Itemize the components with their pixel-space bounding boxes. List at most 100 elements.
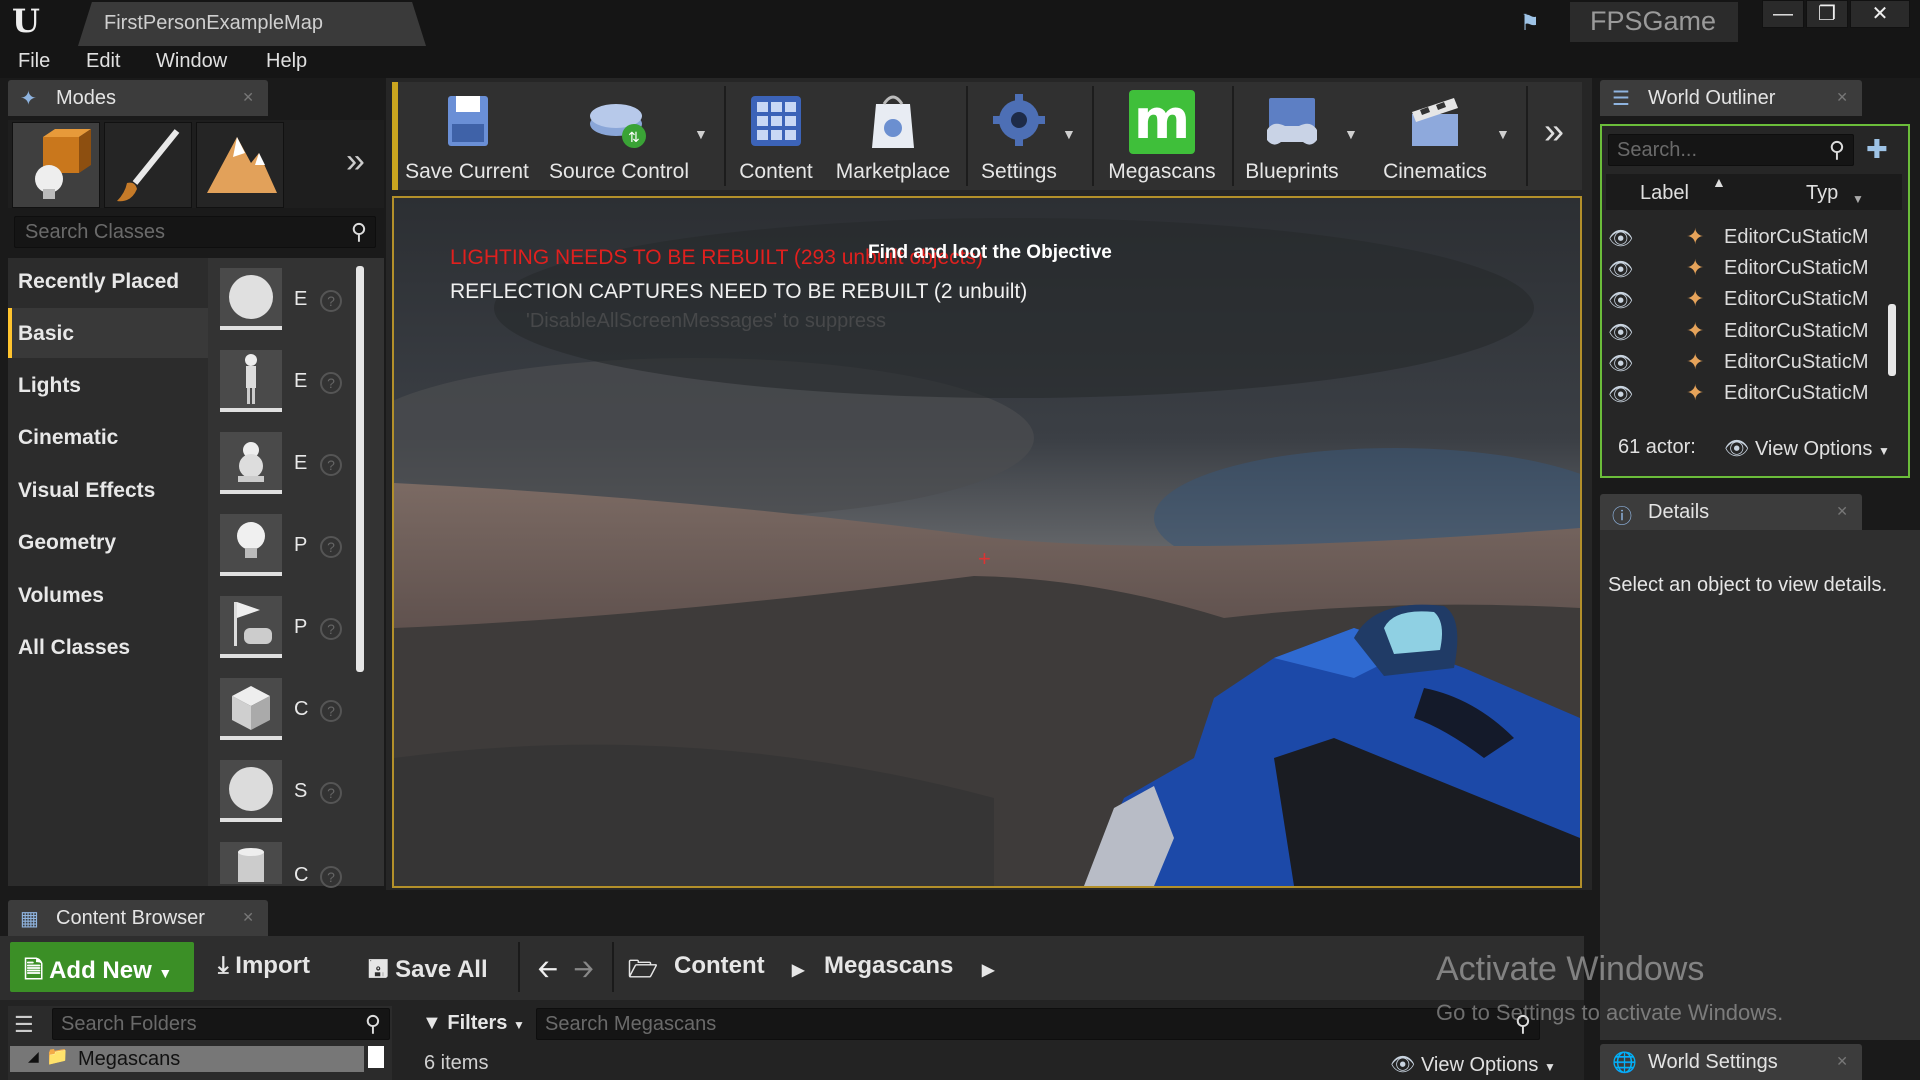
outliner-scrollbar[interactable] [1888,304,1896,376]
category-geometry[interactable]: Geometry [8,517,208,567]
close-tab-icon[interactable]: ✕ [242,89,254,106]
cinematics-button[interactable]: Cinematics [1376,86,1494,186]
visibility-eye-icon[interactable]: 👁 [1608,320,1633,345]
tab-content-browser[interactable]: ▦ Content Browser ✕ [8,900,268,936]
content-button[interactable]: Content [730,86,822,186]
forward-arrow-icon[interactable]: 🡢 [574,952,593,993]
close-tab-icon[interactable]: ✕ [1836,503,1848,520]
outliner-row[interactable]: 👁 ✦ EditorCuStaticM [1606,316,1902,347]
folder-tree-item[interactable]: ◢ 📁 Megascans [10,1046,364,1072]
outliner-row[interactable]: 👁 ✦ EditorCuStaticM [1606,222,1902,253]
help-icon[interactable]: ? [320,372,342,394]
category-cinematic[interactable]: Cinematic [8,412,208,462]
outliner-row[interactable]: 👁 ✦ EditorCuStaticM [1606,253,1902,284]
level-viewport[interactable]: LIGHTING NEEDS TO BE REBUILT (293 unbuil… [392,196,1582,888]
breadcrumb-separator-icon[interactable]: ▶ [982,960,994,980]
visibility-eye-icon[interactable]: 👁 [1608,382,1633,407]
category-basic[interactable]: Basic [8,308,208,358]
menu-file[interactable]: File [18,50,50,74]
category-visual-effects[interactable]: Visual Effects [8,465,208,515]
search-classes-input[interactable]: Search Classes ⚲ [14,216,376,248]
close-tab-icon[interactable]: ✕ [242,909,254,926]
back-arrow-icon[interactable]: 🡠 [538,952,557,993]
minimize-button[interactable]: — [1762,0,1804,28]
visibility-eye-icon[interactable]: 👁 [1608,257,1633,282]
visibility-eye-icon[interactable]: 👁 [1608,288,1633,313]
help-icon[interactable]: ? [320,700,342,722]
source-control-dropdown-icon[interactable]: ▼ [694,126,708,142]
maximize-button[interactable]: ❐ [1806,0,1848,28]
more-toolbar-icon[interactable]: » [1544,110,1564,152]
outliner-row[interactable]: 👁 ✦ EditorCuStaticM [1606,378,1902,409]
menu-help[interactable]: Help [266,50,307,74]
breadcrumb-content[interactable]: Content [674,952,765,980]
help-icon[interactable]: ? [320,782,342,804]
class-item-thumbnail[interactable] [220,350,282,412]
category-recently-placed[interactable]: Recently Placed [8,256,208,306]
menu-edit[interactable]: Edit [86,50,120,74]
class-item-thumbnail[interactable] [220,432,282,494]
menu-window[interactable]: Window [156,50,227,74]
class-item-thumbnail[interactable] [220,268,282,330]
help-icon[interactable]: ? [320,536,342,558]
place-mode-button[interactable] [12,122,100,208]
landscape-mode-button[interactable] [196,122,284,208]
more-modes-icon[interactable]: » [346,142,365,181]
close-button[interactable]: ✕ [1850,0,1910,28]
outliner-row[interactable]: 👁 ✦ EditorCuStaticM [1606,347,1902,378]
help-icon[interactable]: ? [320,290,342,312]
class-item-thumbnail[interactable] [220,678,282,740]
search-folders-input[interactable]: Search Folders ⚲ [52,1008,390,1040]
blueprints-button[interactable]: Blueprints [1236,86,1348,186]
breadcrumb-separator-icon[interactable]: ▶ [792,960,804,980]
column-type-header[interactable]: Typ [1806,182,1838,205]
tab-world-settings[interactable]: 🌐 World Settings ✕ [1600,1044,1862,1080]
help-icon[interactable]: ? [320,618,342,640]
visibility-eye-icon[interactable]: 👁 [1608,351,1633,376]
tab-details[interactable]: ⓘ Details ✕ [1600,494,1862,530]
source-control-status-icon[interactable]: ⚑ [1520,10,1550,35]
tab-modes[interactable]: ✦ Modes ✕ [8,80,268,116]
search-assets-input[interactable]: Search Megascans ⚲ [536,1008,1540,1040]
content-view-options-button[interactable]: 👁 View Options ▼ [1390,1052,1556,1077]
blueprints-dropdown-icon[interactable]: ▼ [1344,126,1358,142]
add-new-button[interactable]: 🗎 Add New ▼ [10,942,194,992]
category-all-classes[interactable]: All Classes [8,622,208,672]
megascans-button[interactable]: m Megascans [1100,86,1224,186]
help-icon[interactable]: ? [320,866,342,888]
class-item-thumbnail[interactable] [220,842,282,884]
folder-tree-scrollbar[interactable] [368,1046,384,1068]
source-control-button[interactable]: ⇅ Source Control [546,86,692,186]
help-icon[interactable]: ? [320,454,342,476]
cinematics-dropdown-icon[interactable]: ▼ [1496,126,1510,142]
paint-mode-button[interactable] [104,122,192,208]
column-label-header[interactable]: Label [1640,182,1689,205]
category-volumes[interactable]: Volumes [8,570,208,620]
level-tab[interactable]: FirstPersonExampleMap [78,2,426,46]
close-tab-icon[interactable]: ✕ [1836,89,1848,106]
settings-dropdown-icon[interactable]: ▼ [1062,126,1076,142]
save-all-button[interactable]: 🖪 Save All [368,952,488,993]
class-item-thumbnail[interactable] [220,760,282,822]
add-actor-icon[interactable]: ✚ [1866,134,1896,164]
outliner-view-options-button[interactable]: 👁 View Options ▼ [1724,436,1890,461]
import-button[interactable]: ⤓ Import [218,952,310,980]
category-lights[interactable]: Lights [8,360,208,410]
outliner-row[interactable]: 👁 ✦ EditorCuStaticM [1606,284,1902,315]
close-tab-icon[interactable]: ✕ [1836,1053,1848,1070]
column-dropdown-icon[interactable]: ▼ [1852,192,1864,206]
tree-expand-icon[interactable]: ◢ [28,1048,39,1065]
class-list-scrollbar[interactable] [356,266,364,672]
settings-button[interactable]: Settings [970,86,1068,186]
visibility-eye-icon[interactable]: 👁 [1608,226,1633,251]
sources-toggle-icon[interactable]: ☰ [14,1012,34,1038]
outliner-search-input[interactable]: Search... ⚲ [1608,134,1854,166]
row-label: EditorCu [1724,382,1802,404]
save-current-button[interactable]: Save Current [400,86,534,186]
marketplace-button[interactable]: Marketplace [830,86,956,186]
breadcrumb-megascans[interactable]: Megascans [824,952,953,980]
tab-world-outliner[interactable]: ☰ World Outliner ✕ [1600,80,1862,116]
class-item-thumbnail[interactable] [220,596,282,658]
class-item-thumbnail[interactable] [220,514,282,576]
filters-button[interactable]: ▼ Filters ▼ [422,1012,525,1035]
